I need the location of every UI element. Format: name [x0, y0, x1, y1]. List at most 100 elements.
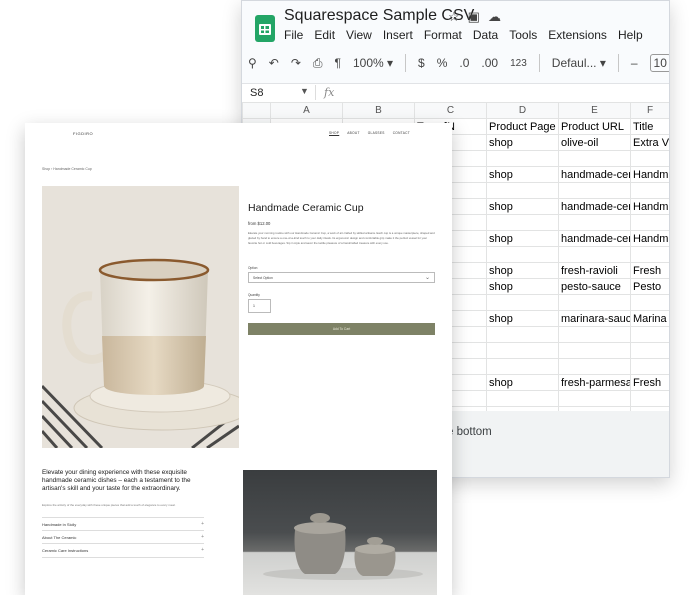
- option-select[interactable]: Select Option ⌄: [248, 272, 435, 283]
- sheets-logo-icon[interactable]: [255, 15, 275, 42]
- cell[interactable]: shop: [486, 230, 559, 247]
- cell[interactable]: [486, 246, 559, 263]
- column-header-f[interactable]: F: [630, 102, 669, 119]
- cell[interactable]: [486, 358, 559, 375]
- cell[interactable]: [486, 294, 559, 311]
- menu-view[interactable]: View: [346, 28, 372, 42]
- menu-extensions[interactable]: Extensions: [548, 28, 607, 42]
- menu-data[interactable]: Data: [473, 28, 498, 42]
- cell[interactable]: Handm: [630, 230, 669, 247]
- cell[interactable]: [486, 390, 559, 407]
- cell[interactable]: fresh-parmesan: [558, 374, 631, 391]
- cell[interactable]: Marina: [630, 310, 669, 327]
- cell[interactable]: [486, 326, 559, 343]
- add-to-cart-button[interactable]: Add To Cart: [248, 323, 435, 335]
- menu-insert[interactable]: Insert: [383, 28, 413, 42]
- cell[interactable]: Fresh: [630, 262, 669, 279]
- cell[interactable]: [630, 342, 669, 359]
- cell[interactable]: [558, 326, 631, 343]
- cell[interactable]: [558, 342, 631, 359]
- cell[interactable]: shop: [486, 310, 559, 327]
- cell[interactable]: [630, 150, 669, 167]
- currency-button[interactable]: $: [418, 56, 425, 70]
- cell[interactable]: [486, 214, 559, 231]
- search-menus-icon[interactable]: ⚲: [248, 56, 257, 70]
- cell[interactable]: [486, 150, 559, 167]
- column-header-e[interactable]: E: [558, 102, 631, 119]
- number-format-button[interactable]: 123: [510, 58, 527, 69]
- corner-cell[interactable]: [242, 102, 271, 119]
- font-select[interactable]: Defaul... ▾: [552, 56, 606, 70]
- cell[interactable]: Handm: [630, 198, 669, 215]
- nav-shop[interactable]: SHOP: [329, 131, 339, 135]
- cell[interactable]: [558, 182, 631, 199]
- cell[interactable]: [558, 294, 631, 311]
- cell[interactable]: handmade-ceran: [558, 166, 631, 183]
- cell[interactable]: [558, 358, 631, 375]
- cell[interactable]: [630, 214, 669, 231]
- name-box-dropdown-icon[interactable]: ▼: [300, 86, 309, 96]
- cell[interactable]: Product URL: [558, 118, 631, 135]
- quantity-input[interactable]: 1: [248, 299, 271, 313]
- cell[interactable]: [558, 214, 631, 231]
- cell[interactable]: [630, 246, 669, 263]
- redo-icon[interactable]: ↷: [291, 56, 301, 70]
- column-header-c[interactable]: C: [414, 102, 487, 119]
- cell[interactable]: [486, 182, 559, 199]
- zoom-select[interactable]: 100% ▾: [353, 56, 393, 70]
- folder-icon[interactable]: ▣: [468, 9, 488, 24]
- accordion-item-handmade[interactable]: Handmade in Sicily +: [42, 517, 204, 531]
- accordion-item-about-ceramic[interactable]: About The Ceramic +: [42, 530, 204, 544]
- cell[interactable]: pesto-sauce: [558, 278, 631, 295]
- decrease-decimal-button[interactable]: .0: [459, 56, 469, 70]
- cell[interactable]: Pesto: [630, 278, 669, 295]
- cell[interactable]: [558, 246, 631, 263]
- increase-decimal-button[interactable]: .00: [481, 56, 498, 70]
- font-size-input[interactable]: 10: [649, 54, 669, 72]
- print-icon[interactable]: ⎙: [313, 56, 323, 71]
- breadcrumb[interactable]: Shop › Handmade Ceramic Cup: [42, 167, 92, 171]
- menu-file[interactable]: File: [284, 28, 303, 42]
- cell[interactable]: [630, 358, 669, 375]
- paint-format-icon[interactable]: ¶: [335, 56, 341, 70]
- cell[interactable]: handmade-ceran: [558, 230, 631, 247]
- cell[interactable]: [630, 326, 669, 343]
- cell[interactable]: [630, 182, 669, 199]
- nav-about[interactable]: ABOUT: [347, 131, 359, 135]
- cell[interactable]: [630, 390, 669, 407]
- nav-glasses[interactable]: GLASSES: [368, 131, 385, 135]
- menu-help[interactable]: Help: [618, 28, 643, 42]
- cell[interactable]: [558, 150, 631, 167]
- cell[interactable]: Fresh: [630, 374, 669, 391]
- cell[interactable]: Handm: [630, 166, 669, 183]
- cell[interactable]: shop: [486, 198, 559, 215]
- cell[interactable]: Product Page: [486, 118, 559, 135]
- cloud-icon[interactable]: ☁: [488, 9, 509, 24]
- document-title[interactable]: Squarespace Sample CSV: [284, 7, 474, 25]
- menu-tools[interactable]: Tools: [509, 28, 537, 42]
- name-box[interactable]: S8: [250, 87, 263, 99]
- cell[interactable]: Extra V: [630, 134, 669, 151]
- cell[interactable]: marinara-sauce: [558, 310, 631, 327]
- star-icon[interactable]: ☆: [448, 9, 468, 24]
- cell[interactable]: [486, 342, 559, 359]
- cell[interactable]: [558, 390, 631, 407]
- menu-format[interactable]: Format: [424, 28, 462, 42]
- cell[interactable]: shop: [486, 374, 559, 391]
- nav-contact[interactable]: CONTACT: [393, 131, 410, 135]
- cell[interactable]: Title: [630, 118, 669, 135]
- cell[interactable]: shop: [486, 134, 559, 151]
- percent-button[interactable]: %: [437, 56, 448, 70]
- site-logo[interactable]: FIGDIRO: [73, 131, 93, 136]
- cell[interactable]: shop: [486, 166, 559, 183]
- column-header-b[interactable]: B: [342, 102, 415, 119]
- cell[interactable]: shop: [486, 278, 559, 295]
- cell[interactable]: fresh-ravioli: [558, 262, 631, 279]
- undo-icon[interactable]: ↶: [269, 56, 279, 70]
- column-header-d[interactable]: D: [486, 102, 559, 119]
- cell[interactable]: [630, 294, 669, 311]
- font-size-decrease-button[interactable]: –: [631, 56, 638, 70]
- column-header-a[interactable]: A: [270, 102, 343, 119]
- accordion-item-care[interactable]: Ceramic Care Instructions +: [42, 543, 204, 558]
- menu-edit[interactable]: Edit: [314, 28, 335, 42]
